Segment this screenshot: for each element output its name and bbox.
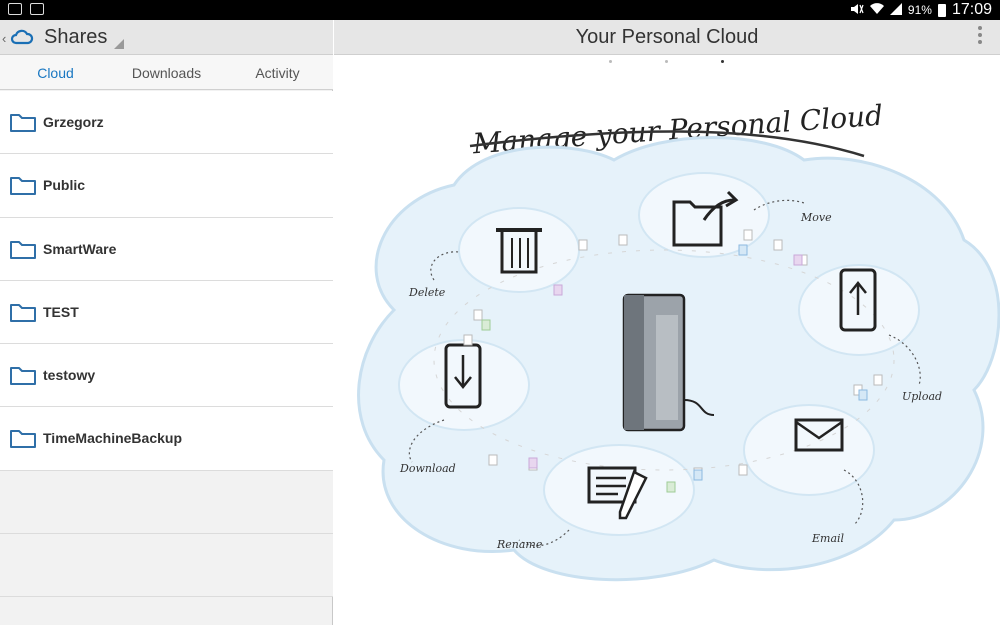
clock: 17:09 xyxy=(951,1,992,18)
tab-cloud[interactable]: Cloud xyxy=(0,55,111,90)
cloud-logo-icon[interactable] xyxy=(10,29,34,50)
page-dot[interactable] xyxy=(609,60,612,63)
folder-icon xyxy=(9,238,37,265)
folder-icon xyxy=(9,111,37,138)
dropdown-indicator-icon[interactable] xyxy=(114,39,124,49)
folder-name: TEST xyxy=(43,303,79,320)
shares-tabs: Cloud Downloads Activity xyxy=(0,55,333,125)
label-move: Move xyxy=(800,211,832,224)
folder-icon xyxy=(9,427,37,454)
shares-title[interactable]: Shares xyxy=(44,26,107,49)
folder-row[interactable]: Grzegorz xyxy=(0,91,333,155)
tab-activity[interactable]: Activity xyxy=(222,55,333,90)
folder-row[interactable]: TEST xyxy=(0,280,333,345)
page-dot-active[interactable] xyxy=(721,60,724,63)
content-panel: Your Personal Cloud Manage your Personal… xyxy=(334,20,1000,625)
content-action-bar: Your Personal Cloud xyxy=(334,20,1000,55)
document-notification-icon xyxy=(30,3,44,15)
page-title: Your Personal Cloud xyxy=(575,26,759,48)
label-delete: Delete xyxy=(408,286,446,299)
back-chevron-icon[interactable]: ‹ xyxy=(2,31,6,46)
battery-icon xyxy=(937,3,946,17)
folder-row[interactable]: SmartWare xyxy=(0,217,333,281)
empty-row xyxy=(0,470,333,535)
shares-action-bar: ‹ Shares xyxy=(0,20,333,55)
status-bar: 91% 17:09 xyxy=(0,0,1000,20)
folder-row[interactable]: TimeMachineBackup xyxy=(0,407,333,471)
label-rename: Rename xyxy=(496,538,543,551)
label-email: Email xyxy=(811,532,845,545)
overflow-menu-icon[interactable] xyxy=(978,26,982,47)
empty-row xyxy=(0,534,333,598)
notification-icon xyxy=(8,3,22,15)
folder-icon xyxy=(9,301,37,328)
page-dot[interactable] xyxy=(665,60,668,63)
folder-name: Public xyxy=(43,177,86,194)
folder-icon xyxy=(9,174,37,201)
folder-name: testowy xyxy=(43,367,96,384)
folder-name: TimeMachineBackup xyxy=(43,430,183,447)
folder-icon xyxy=(9,364,37,391)
shares-panel: ‹ Shares Cloud Downloads Activity Grzego… xyxy=(0,20,333,625)
folder-row[interactable]: testowy xyxy=(0,344,333,408)
mute-icon xyxy=(850,3,864,18)
battery-percentage: 91% xyxy=(907,3,932,17)
label-download: Download xyxy=(399,462,456,475)
folder-row[interactable]: Public xyxy=(0,154,333,218)
personal-cloud-illustration: Manage your Personal Cloud Move Delete U… xyxy=(357,99,1000,582)
folder-name: Grzegorz xyxy=(43,114,104,130)
tab-downloads[interactable]: Downloads xyxy=(111,55,222,90)
folder-list: Grzegorz Public SmartWare TEST testowy T… xyxy=(0,91,333,598)
folder-name: SmartWare xyxy=(43,240,117,257)
wifi-icon xyxy=(869,2,884,18)
signal-icon xyxy=(889,2,902,18)
label-upload: Upload xyxy=(902,390,942,403)
